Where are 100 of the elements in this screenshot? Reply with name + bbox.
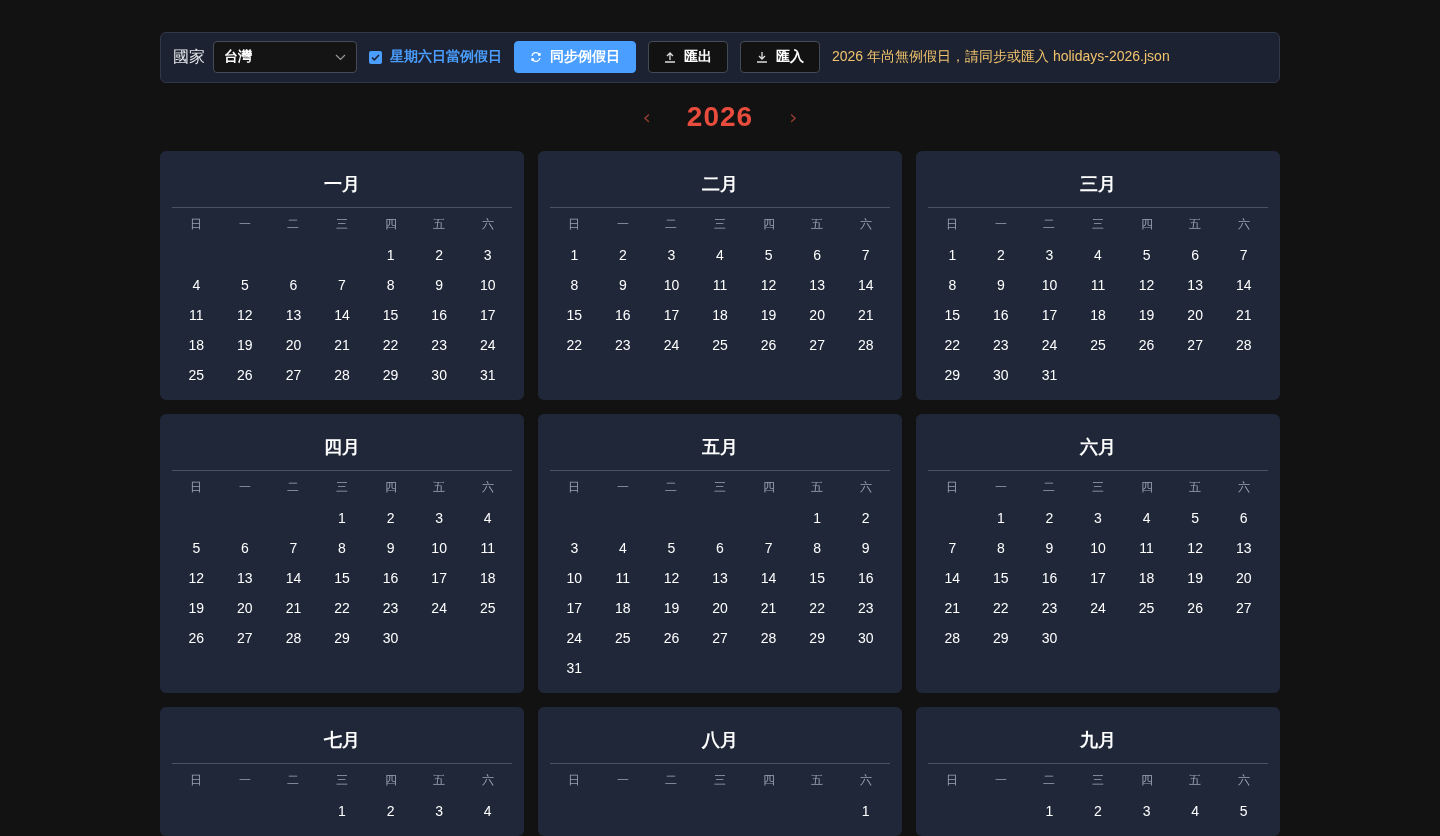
day-cell[interactable]: 21	[1219, 300, 1268, 330]
day-cell[interactable]: 14	[928, 563, 977, 593]
day-cell[interactable]: 1	[841, 796, 890, 826]
day-cell[interactable]: 27	[1170, 330, 1220, 360]
day-cell[interactable]: 13	[792, 270, 842, 300]
import-button[interactable]: 匯入	[740, 41, 820, 74]
day-cell[interactable]: 3	[463, 240, 512, 270]
day-cell[interactable]: 1	[366, 240, 415, 270]
day-cell[interactable]: 18	[695, 300, 745, 330]
weekend-checkbox[interactable]	[369, 50, 382, 64]
day-cell[interactable]: 23	[841, 593, 890, 623]
day-cell[interactable]: 27	[269, 360, 318, 390]
day-cell[interactable]: 10	[463, 270, 512, 300]
day-cell[interactable]: 13	[1170, 270, 1220, 300]
day-cell[interactable]: 15	[366, 300, 415, 330]
day-cell[interactable]: 25	[463, 593, 512, 623]
day-cell[interactable]: 26	[744, 330, 793, 360]
day-cell[interactable]: 15	[976, 563, 1026, 593]
day-cell[interactable]: 11	[1073, 270, 1123, 300]
day-cell[interactable]: 19	[647, 593, 696, 623]
day-cell[interactable]: 2	[976, 240, 1026, 270]
day-cell[interactable]: 28	[928, 623, 977, 653]
day-cell[interactable]: 12	[1170, 533, 1220, 563]
day-cell[interactable]: 3	[647, 240, 696, 270]
day-cell[interactable]: 2	[598, 240, 648, 270]
day-cell[interactable]: 9	[1025, 533, 1074, 563]
day-cell[interactable]: 6	[269, 270, 318, 300]
day-cell[interactable]: 12	[744, 270, 793, 300]
export-button[interactable]: 匯出	[648, 41, 728, 74]
day-cell[interactable]: 18	[598, 593, 648, 623]
day-cell[interactable]: 26	[1170, 593, 1220, 623]
day-cell[interactable]: 5	[744, 240, 793, 270]
day-cell[interactable]: 1	[976, 503, 1026, 533]
day-cell[interactable]: 7	[841, 240, 890, 270]
day-cell[interactable]: 23	[1025, 593, 1074, 623]
day-cell[interactable]: 2	[1025, 503, 1074, 533]
day-cell[interactable]: 10	[550, 563, 599, 593]
day-cell[interactable]: 11	[1122, 533, 1171, 563]
day-cell[interactable]: 10	[414, 533, 464, 563]
day-cell[interactable]: 18	[1122, 563, 1171, 593]
day-cell[interactable]: 16	[976, 300, 1026, 330]
day-cell[interactable]: 21	[269, 593, 318, 623]
day-cell[interactable]: 15	[550, 300, 599, 330]
day-cell[interactable]: 24	[1073, 593, 1123, 623]
day-cell[interactable]: 18	[172, 330, 221, 360]
day-cell[interactable]: 26	[172, 623, 221, 653]
day-cell[interactable]: 30	[1025, 623, 1074, 653]
day-cell[interactable]: 11	[695, 270, 745, 300]
day-cell[interactable]: 13	[220, 563, 270, 593]
day-cell[interactable]: 15	[928, 300, 977, 330]
day-cell[interactable]: 8	[976, 533, 1026, 563]
day-cell[interactable]: 17	[463, 300, 512, 330]
day-cell[interactable]: 14	[841, 270, 890, 300]
day-cell[interactable]: 30	[841, 623, 890, 653]
day-cell[interactable]: 3	[414, 503, 464, 533]
day-cell[interactable]: 2	[1073, 796, 1123, 826]
day-cell[interactable]: 24	[550, 623, 599, 653]
day-cell[interactable]: 19	[220, 330, 270, 360]
day-cell[interactable]: 20	[1170, 300, 1220, 330]
day-cell[interactable]: 16	[841, 563, 890, 593]
day-cell[interactable]: 22	[366, 330, 415, 360]
checkbox-label[interactable]: 星期六日當例假日	[390, 48, 502, 67]
day-cell[interactable]: 16	[598, 300, 648, 330]
day-cell[interactable]: 24	[414, 593, 464, 623]
day-cell[interactable]: 29	[976, 623, 1026, 653]
day-cell[interactable]: 14	[744, 563, 793, 593]
day-cell[interactable]: 25	[1073, 330, 1123, 360]
day-cell[interactable]: 5	[1122, 240, 1171, 270]
day-cell[interactable]: 24	[647, 330, 696, 360]
day-cell[interactable]: 11	[463, 533, 512, 563]
day-cell[interactable]: 30	[366, 623, 415, 653]
day-cell[interactable]: 21	[317, 330, 367, 360]
day-cell[interactable]: 26	[220, 360, 270, 390]
day-cell[interactable]: 29	[792, 623, 842, 653]
day-cell[interactable]: 13	[269, 300, 318, 330]
day-cell[interactable]: 26	[647, 623, 696, 653]
day-cell[interactable]: 27	[1219, 593, 1268, 623]
day-cell[interactable]: 28	[269, 623, 318, 653]
day-cell[interactable]: 16	[1025, 563, 1074, 593]
day-cell[interactable]: 27	[792, 330, 842, 360]
day-cell[interactable]: 7	[269, 533, 318, 563]
day-cell[interactable]: 4	[1170, 796, 1220, 826]
country-select[interactable]: 台灣	[213, 41, 357, 74]
day-cell[interactable]: 2	[366, 796, 415, 826]
day-cell[interactable]: 12	[172, 563, 221, 593]
day-cell[interactable]: 22	[792, 593, 842, 623]
day-cell[interactable]: 3	[1122, 796, 1171, 826]
day-cell[interactable]: 17	[550, 593, 599, 623]
day-cell[interactable]: 7	[928, 533, 977, 563]
day-cell[interactable]: 2	[841, 503, 890, 533]
day-cell[interactable]: 17	[647, 300, 696, 330]
day-cell[interactable]: 25	[172, 360, 221, 390]
day-cell[interactable]: 11	[172, 300, 221, 330]
day-cell[interactable]: 27	[220, 623, 270, 653]
day-cell[interactable]: 19	[1170, 563, 1220, 593]
day-cell[interactable]: 22	[928, 330, 977, 360]
day-cell[interactable]: 23	[976, 330, 1026, 360]
day-cell[interactable]: 31	[463, 360, 512, 390]
day-cell[interactable]: 2	[414, 240, 464, 270]
day-cell[interactable]: 17	[1025, 300, 1074, 330]
